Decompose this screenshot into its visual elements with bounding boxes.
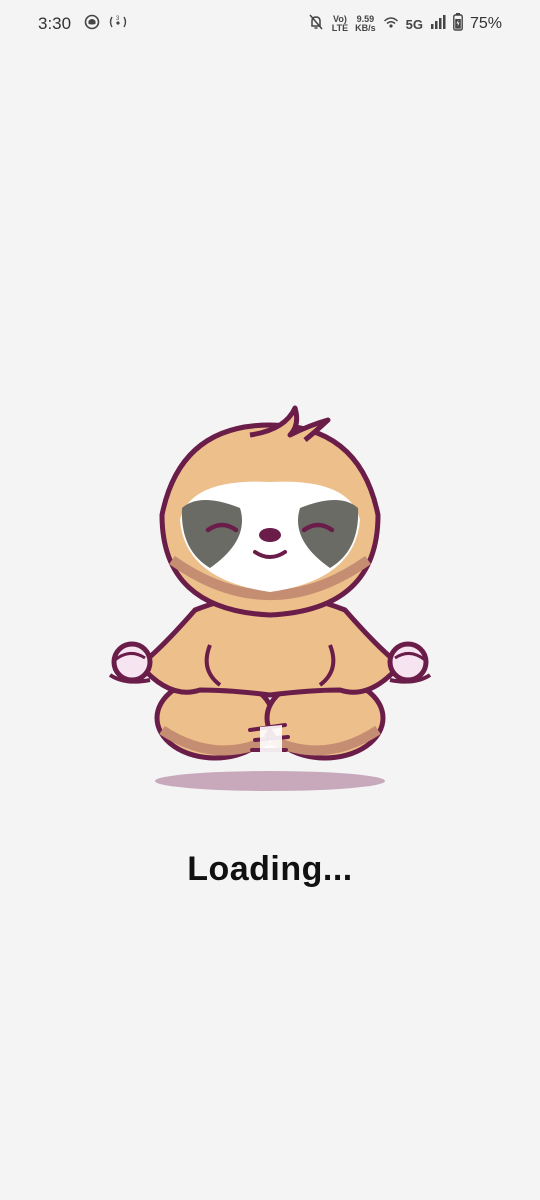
volte-bottom-label: LTE: [331, 23, 349, 33]
sloth-left-hand: [108, 641, 153, 684]
snapchat-ghost-icon: [84, 14, 100, 35]
status-bar: 3:30 3 Vo) LTE 9.59 KB/s 5G 75%: [0, 0, 540, 46]
volte-icon: Vo) LTE: [332, 15, 348, 33]
ground-shadow: [155, 771, 385, 791]
network-speed-unit: KB/s: [355, 23, 376, 33]
sloth-head: [159, 405, 381, 618]
mute-notifications-icon: [307, 13, 325, 36]
hotspot-icon: 3: [108, 14, 128, 35]
status-left-icons: 3: [84, 14, 128, 34]
wifi-icon: [383, 14, 399, 35]
sloth-right-hand: [387, 641, 432, 684]
network-speed: 9.59 KB/s: [355, 15, 376, 33]
sloth-illustration: [100, 400, 440, 800]
signal-icon: [430, 14, 446, 35]
battery-percent: 75%: [469, 15, 502, 32]
battery-icon: [453, 12, 463, 36]
network-type: 5G: [405, 16, 423, 32]
svg-text:3: 3: [116, 16, 120, 22]
status-right-icons: Vo) LTE 9.59 KB/s 5G 75%: [307, 12, 502, 36]
status-time: 3:30: [38, 14, 72, 33]
loading-text: Loading...: [187, 850, 353, 888]
sloth-nose: [259, 528, 281, 542]
